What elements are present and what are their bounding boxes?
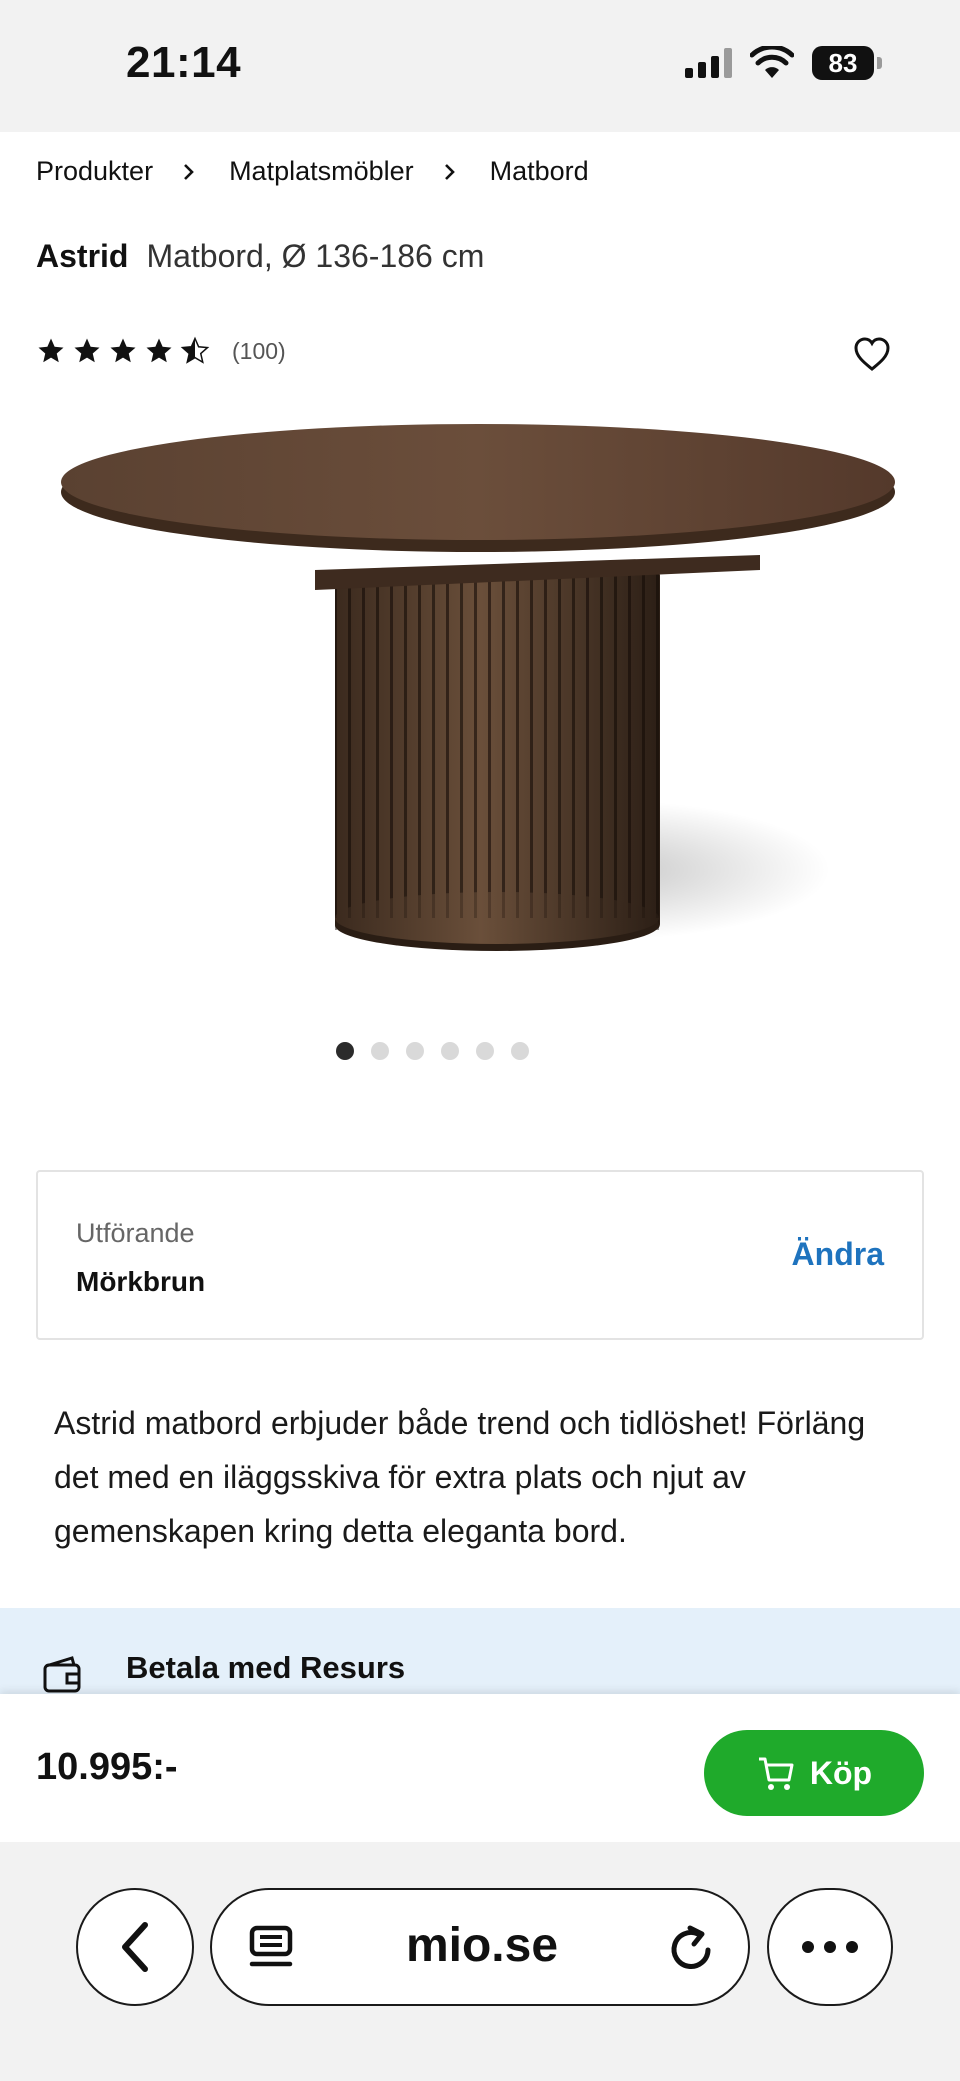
half-star-icon [180, 336, 210, 364]
ellipsis-icon [802, 1941, 858, 1953]
star-icon [110, 338, 136, 363]
star-icon [146, 338, 172, 363]
buy-bar: 10.995:- Köp [0, 1694, 960, 1842]
browser-toolbar: mio.se [0, 1842, 960, 2081]
star-rating [36, 336, 210, 366]
rating[interactable]: (100) [36, 336, 286, 366]
breadcrumb-item-matplatsmobler[interactable]: Matplatsmöbler [229, 156, 414, 187]
gallery-dot[interactable] [335, 1042, 354, 1060]
cart-icon [758, 1757, 794, 1790]
buy-button-label: Köp [809, 1754, 873, 1791]
payment-banner-text: Betala med Resurs [126, 1650, 406, 1685]
chevron-left-icon [122, 1922, 148, 1972]
more-options-button[interactable] [767, 1888, 893, 2006]
change-variant-button[interactable]: Ändra [792, 1236, 884, 1273]
product-brand: Astrid [36, 238, 129, 274]
gallery-dot[interactable] [510, 1042, 529, 1060]
status-time: 21:14 [126, 38, 242, 87]
payment-banner[interactable]: Betala med Resurs [0, 1608, 960, 1698]
variant-value: Mörkbrun [76, 1266, 206, 1297]
product-price: 10.995:- [36, 1746, 178, 1788]
cellular-signal-icon [685, 48, 732, 78]
status-bar: 21:14 83 [0, 0, 960, 132]
address-bar[interactable]: mio.se [210, 1888, 750, 2006]
gallery-dot[interactable] [440, 1042, 459, 1060]
gallery-dot[interactable] [405, 1042, 424, 1060]
breadcrumb: Produkter Matplatsmöbler Matbord [36, 156, 589, 187]
wifi-icon [750, 46, 794, 78]
chevron-right-icon [444, 163, 455, 180]
buy-button[interactable]: Köp [704, 1730, 924, 1816]
product-description: Astrid matbord erbjuder både trend och t… [54, 1405, 866, 1549]
chevron-right-icon [184, 163, 194, 180]
gallery-pagination [0, 1042, 960, 1060]
variant-selector: Utförande Mörkbrun Ändra [36, 1170, 924, 1340]
star-icon [38, 338, 64, 363]
breadcrumb-item-produkter[interactable]: Produkter [36, 156, 153, 187]
battery-icon: 83 [812, 46, 882, 80]
product-title: Astrid Matbord, Ø 136-186 cm [36, 238, 484, 275]
gallery-dot[interactable] [370, 1042, 389, 1060]
variant-label: Utförande [76, 1218, 195, 1248]
review-count: (100) [232, 337, 286, 364]
reload-icon[interactable] [664, 1922, 718, 1976]
product-subtitle: Matbord, Ø 136-186 cm [146, 238, 485, 274]
star-icon [74, 338, 100, 363]
wallet-icon [43, 1656, 81, 1693]
heart-icon[interactable] [852, 334, 892, 374]
back-button[interactable] [76, 1888, 194, 2006]
gallery-dot[interactable] [475, 1042, 494, 1060]
breadcrumb-item-matbord[interactable]: Matbord [490, 156, 589, 187]
product-image[interactable] [40, 420, 920, 990]
status-icons: 83 [685, 46, 882, 80]
